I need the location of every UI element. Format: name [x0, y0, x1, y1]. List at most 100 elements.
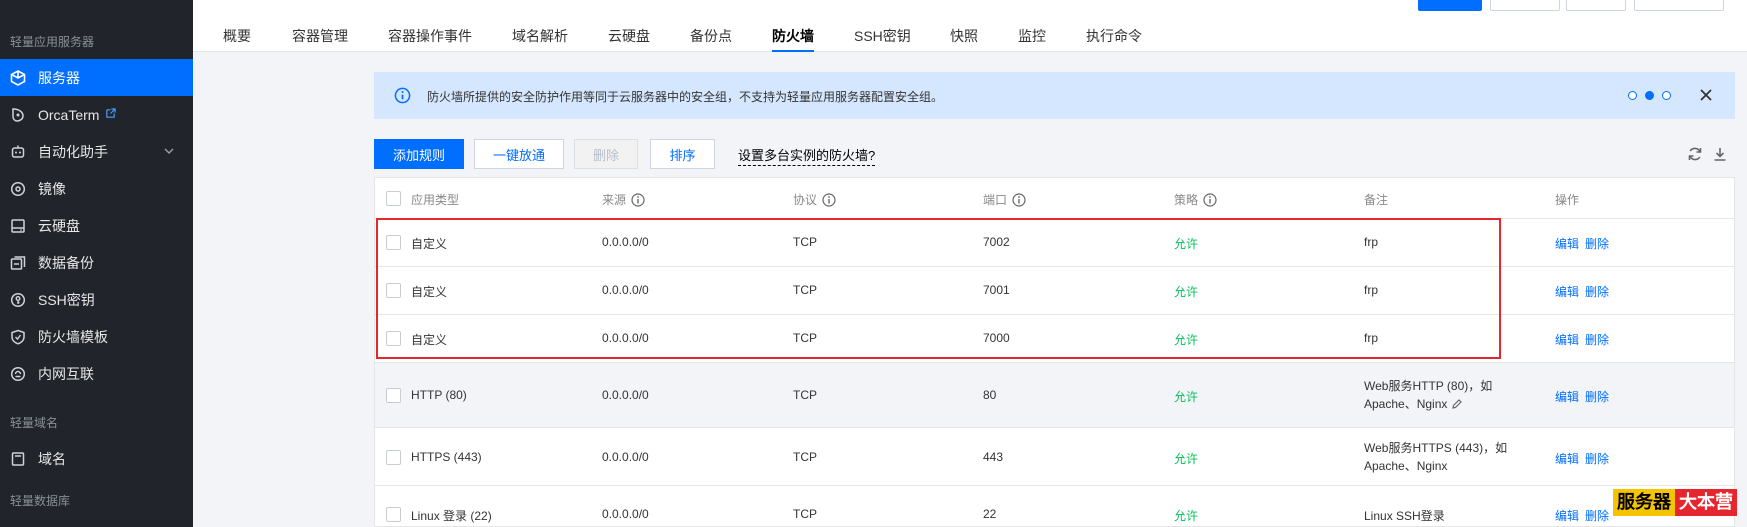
watermark-logo: 服务器 大本营: [1613, 489, 1737, 516]
question-icon[interactable]: [822, 192, 836, 207]
tab-overview[interactable]: 概要: [223, 26, 251, 46]
download-icon[interactable]: [1712, 146, 1728, 162]
delete-row-button[interactable]: 删除: [1585, 235, 1609, 252]
edit-button[interactable]: 编辑: [1555, 507, 1579, 524]
delete-row-button[interactable]: 删除: [1585, 331, 1609, 348]
sidebar-item-automation[interactable]: 自动化助手: [0, 133, 193, 170]
cell-protocol: TCP: [793, 235, 817, 249]
sidebar-item-cloud-disk[interactable]: 云硬盘: [0, 207, 193, 244]
cell-protocol: TCP: [793, 331, 817, 345]
refresh-icon[interactable]: [1687, 146, 1703, 162]
tab-container-events[interactable]: 容器操作事件: [388, 26, 472, 46]
row-checkbox[interactable]: [386, 388, 401, 403]
cell-app-type: 自定义: [411, 333, 448, 347]
cell-source: 0.0.0.0/0: [602, 331, 649, 345]
sidebar-item-server[interactable]: 服务器: [0, 59, 193, 96]
cell-source: 0.0.0.0/0: [602, 235, 649, 249]
banner-dot-3[interactable]: [1662, 91, 1671, 100]
select-all-checkbox[interactable]: [386, 191, 401, 206]
disc-icon: [10, 181, 26, 197]
banner-dot-1[interactable]: [1628, 91, 1637, 100]
close-icon[interactable]: [1699, 88, 1713, 102]
tab-snapshot[interactable]: 快照: [950, 26, 978, 46]
sidebar-item-label: 防火墙模板: [38, 328, 108, 345]
cell-remark: frp: [1364, 331, 1379, 345]
sidebar-group-lighthouse: 轻量应用服务器: [10, 35, 95, 49]
question-icon[interactable]: [631, 192, 645, 207]
sidebar-item-firewall-template[interactable]: 防火墙模板: [0, 318, 193, 355]
top-button-4[interactable]: [1634, 0, 1724, 11]
top-button-2[interactable]: [1490, 0, 1560, 11]
sidebar-item-label: 域名: [38, 450, 66, 467]
delete-row-button[interactable]: 删除: [1585, 283, 1609, 300]
tab-ssh-key[interactable]: SSH密钥: [854, 26, 911, 46]
banner-pagination: [1628, 91, 1671, 100]
banner-dot-2[interactable]: [1645, 91, 1654, 100]
one-click-allow-button[interactable]: 一键放通: [474, 139, 564, 169]
row-checkbox[interactable]: [386, 450, 401, 465]
col-source: 来源: [602, 191, 645, 208]
sidebar-item-domain[interactable]: 域名: [0, 440, 193, 477]
cell-remark: Linux SSH登录: [1364, 509, 1445, 523]
question-icon[interactable]: [1012, 192, 1026, 207]
cell-port: 80: [983, 388, 997, 402]
tab-firewall[interactable]: 防火墙: [772, 26, 814, 52]
delete-row-button[interactable]: 删除: [1585, 507, 1609, 524]
delete-row-button[interactable]: 删除: [1585, 388, 1609, 405]
sidebar-item-image[interactable]: 镜像: [0, 170, 193, 207]
add-rule-button[interactable]: 添加规则: [374, 139, 464, 169]
multi-instance-firewall-help-link[interactable]: 设置多台实例的防火墙?: [738, 145, 876, 166]
row-checkbox[interactable]: [386, 235, 401, 250]
sidebar-item-intranet[interactable]: 内网互联: [0, 355, 193, 392]
pencil-icon[interactable]: [1451, 398, 1463, 410]
edit-button[interactable]: 编辑: [1555, 235, 1579, 252]
cell-app-type: 自定义: [411, 237, 448, 251]
cell-protocol: TCP: [793, 283, 817, 297]
cell-remark: Web服务HTTP (80)，如 Apache、Nginx: [1364, 377, 1492, 413]
question-icon[interactable]: [1203, 192, 1217, 207]
table-row: 自定义 0.0.0.0/0 TCP 7000 允许 frp 编辑 删除: [375, 315, 1734, 363]
cell-source: 0.0.0.0/0: [602, 388, 649, 402]
cell-port: 7001: [983, 283, 1010, 297]
top-primary-button[interactable]: [1418, 0, 1482, 11]
remark-line-2: Apache、Nginx: [1364, 397, 1448, 411]
instance-tabs: 概要 容器管理 容器操作事件 域名解析 云硬盘 备份点 防火墙 SSH密钥 快照…: [193, 12, 1747, 52]
sidebar-item-backup[interactable]: 数据备份: [0, 244, 193, 281]
cell-source: 0.0.0.0/0: [602, 283, 649, 297]
tab-dns[interactable]: 域名解析: [512, 26, 568, 46]
hard-disk-icon: [10, 218, 26, 234]
row-checkbox[interactable]: [386, 507, 401, 522]
row-checkbox[interactable]: [386, 283, 401, 298]
col-protocol: 协议: [793, 191, 836, 208]
shield-icon: [10, 329, 26, 345]
cell-app-type: 自定义: [411, 285, 448, 299]
row-checkbox[interactable]: [386, 331, 401, 346]
cube-icon: [10, 69, 26, 86]
edit-button[interactable]: 编辑: [1555, 331, 1579, 348]
cell-app-type: Linux 登录 (22): [411, 509, 492, 523]
edit-button[interactable]: 编辑: [1555, 388, 1579, 405]
delete-button[interactable]: 删除: [574, 139, 638, 169]
tab-container-management[interactable]: 容器管理: [292, 26, 348, 46]
sidebar-item-label: 内网互联: [38, 365, 94, 382]
cell-app-type: HTTP (80): [411, 388, 467, 402]
remark-line-1: Web服务HTTPS (443)，如: [1364, 441, 1508, 455]
sort-button[interactable]: 排序: [650, 139, 715, 169]
table-row: HTTP (80) 0.0.0.0/0 TCP 80 允许 Web服务HTTP …: [375, 363, 1734, 428]
edit-button[interactable]: 编辑: [1555, 450, 1579, 467]
tab-backup-points[interactable]: 备份点: [690, 26, 732, 46]
sidebar-item-orcaterm[interactable]: OrcaTerm: [0, 96, 193, 133]
top-button-3[interactable]: [1566, 0, 1626, 11]
tab-monitor[interactable]: 监控: [1018, 26, 1046, 46]
delete-row-button[interactable]: 删除: [1585, 450, 1609, 467]
tab-cloud-disk[interactable]: 云硬盘: [608, 26, 650, 46]
sidebar-item-label: 数据备份: [38, 254, 94, 271]
banner-message: 防火墙所提供的安全防护作用等同于云服务器中的安全组，不支持为轻量应用服务器配置安…: [427, 90, 944, 104]
cell-protocol: TCP: [793, 388, 817, 402]
cell-remark: Web服务HTTPS (443)，如 Apache、Nginx: [1364, 439, 1507, 475]
sidebar-item-ssh-key[interactable]: SSH密钥: [0, 281, 193, 318]
tab-execute-command[interactable]: 执行命令: [1086, 26, 1142, 46]
edit-button[interactable]: 编辑: [1555, 283, 1579, 300]
col-policy: 策略: [1174, 191, 1217, 208]
cell-source: 0.0.0.0/0: [602, 507, 649, 521]
